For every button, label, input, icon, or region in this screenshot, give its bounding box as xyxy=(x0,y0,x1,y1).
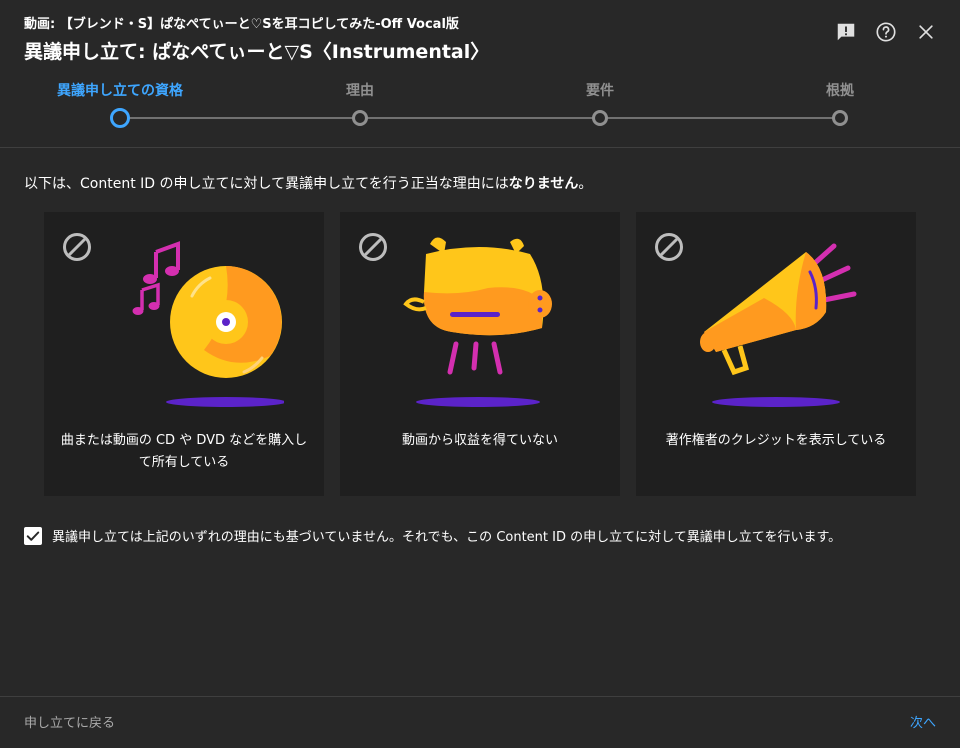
step-dot xyxy=(110,108,130,128)
close-icon[interactable] xyxy=(914,20,938,44)
step-label: 理由 xyxy=(346,83,374,99)
reason-card-no-revenue: 動画から収益を得ていない xyxy=(340,212,620,496)
video-label: 動画: 【ブレンド・S】ぱなぺてぃーと♡Sを耳コピしてみた-Off Vocal版 xyxy=(24,17,459,32)
checkmark-icon xyxy=(26,531,40,541)
intro-suffix: 。 xyxy=(578,176,593,192)
step-eligibility[interactable]: 異議申し立ての資格 xyxy=(40,82,200,128)
reason-card-purchased: 曲または動画の CD や DVD などを購入して所有している xyxy=(44,212,324,496)
step-requirements[interactable]: 要件 xyxy=(520,82,680,126)
reason-card-text: 曲または動画の CD や DVD などを購入して所有している xyxy=(60,433,308,470)
music-disc-icon xyxy=(132,241,284,407)
step-rationale[interactable]: 根拠 xyxy=(760,82,920,126)
stepper: 異議申し立ての資格 理由 要件 根拠 xyxy=(0,82,960,142)
step-dot xyxy=(352,110,368,126)
megaphone-icon xyxy=(700,243,857,407)
reason-card-text: 著作権者のクレジットを表示している xyxy=(665,433,887,448)
reason-card-text: 動画から収益を得ていない xyxy=(401,433,558,448)
dialog-title: 異議申し立て: ぱなぺてぃーと▽S〈Instrumental〉 xyxy=(24,41,490,63)
next-button[interactable]: 次へ xyxy=(910,712,936,731)
back-to-claim-button[interactable]: 申し立てに戻る xyxy=(24,712,115,731)
step-label: 根拠 xyxy=(826,83,854,99)
intro-text: 以下は、Content ID の申し立てに対して異議申し立てを行う正当な理由には… xyxy=(24,174,592,194)
confirm-checkbox[interactable] xyxy=(24,526,42,545)
step-dot xyxy=(592,110,608,126)
confirm-row: 異議申し立ては上記のいずれの理由にも基づいていません。それでも、この Conte… xyxy=(24,526,841,545)
piggy-bank-icon xyxy=(403,237,552,407)
divider xyxy=(0,696,960,697)
confirm-checkbox-label[interactable]: 異議申し立ては上記のいずれの理由にも基づいていません。それでも、この Conte… xyxy=(52,526,841,545)
reason-card-credited: 著作権者のクレジットを表示している xyxy=(636,212,916,496)
stepper-line xyxy=(120,117,840,119)
dialog-header: 動画: 【ブレンド・S】ぱなぺてぃーと♡Sを耳コピしてみた-Off Vocal版… xyxy=(24,16,850,65)
dispute-dialog: 動画: 【ブレンド・S】ぱなぺてぃーと♡Sを耳コピしてみた-Off Vocal版… xyxy=(0,0,960,748)
step-dot xyxy=(832,110,848,126)
intro-prefix: 以下は、Content ID の申し立てに対して異議申し立てを行う正当な理由には xyxy=(24,176,509,192)
divider xyxy=(0,147,960,148)
step-label: 要件 xyxy=(586,83,614,99)
header-icons xyxy=(834,20,938,44)
step-reason[interactable]: 理由 xyxy=(280,82,440,126)
help-icon[interactable] xyxy=(874,20,898,44)
intro-bold: なりません xyxy=(508,176,579,192)
feedback-icon[interactable] xyxy=(834,20,858,44)
invalid-reasons-cards: 曲または動画の CD や DVD などを購入して所有している 動画から収益を得て… xyxy=(44,212,916,496)
step-label: 異議申し立ての資格 xyxy=(57,83,183,99)
